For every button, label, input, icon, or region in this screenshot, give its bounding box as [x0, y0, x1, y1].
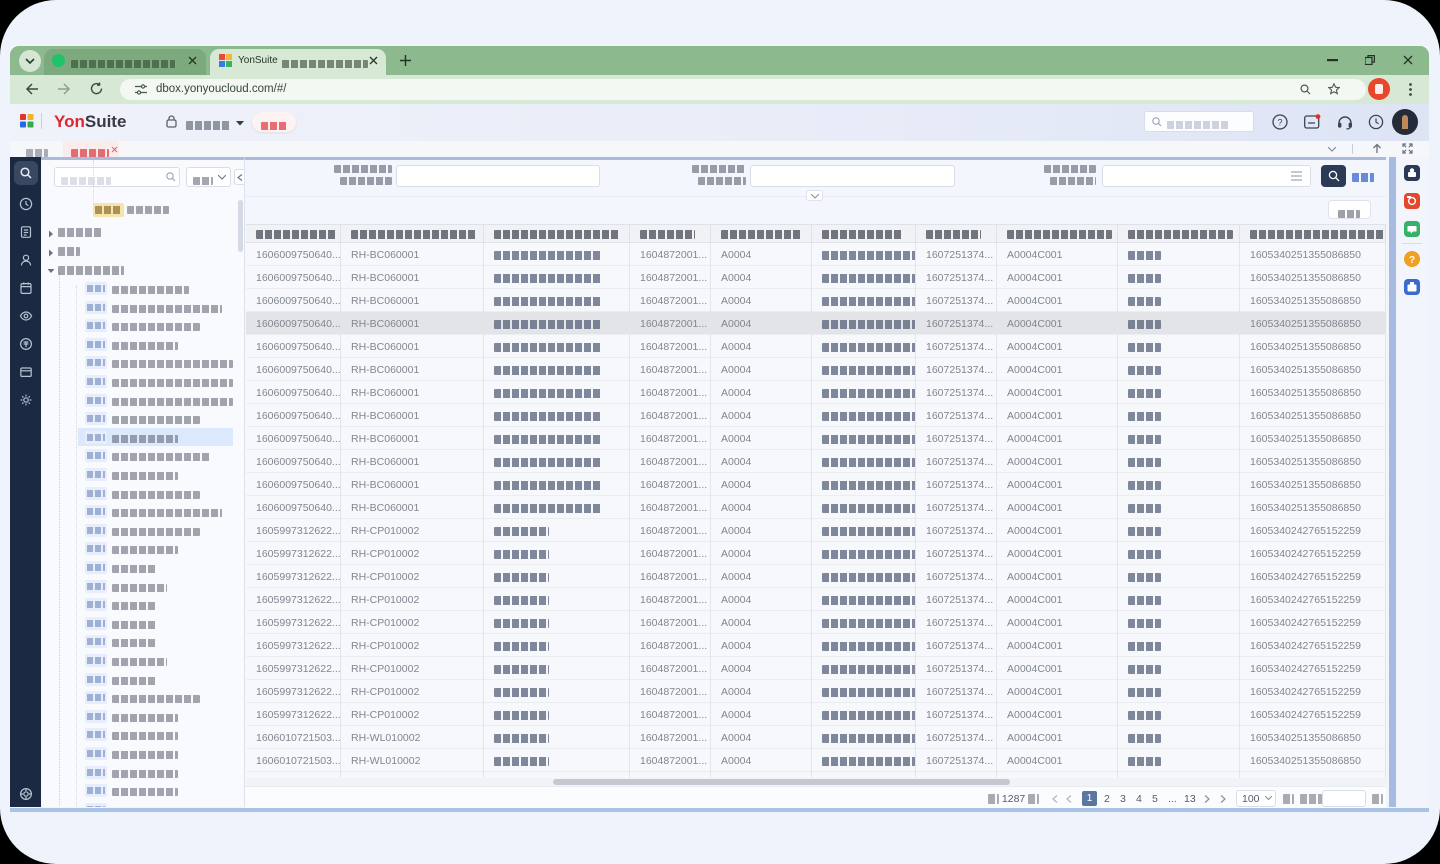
svg-text:?: ? — [1409, 255, 1415, 266]
svg-text:?: ? — [1277, 118, 1282, 128]
